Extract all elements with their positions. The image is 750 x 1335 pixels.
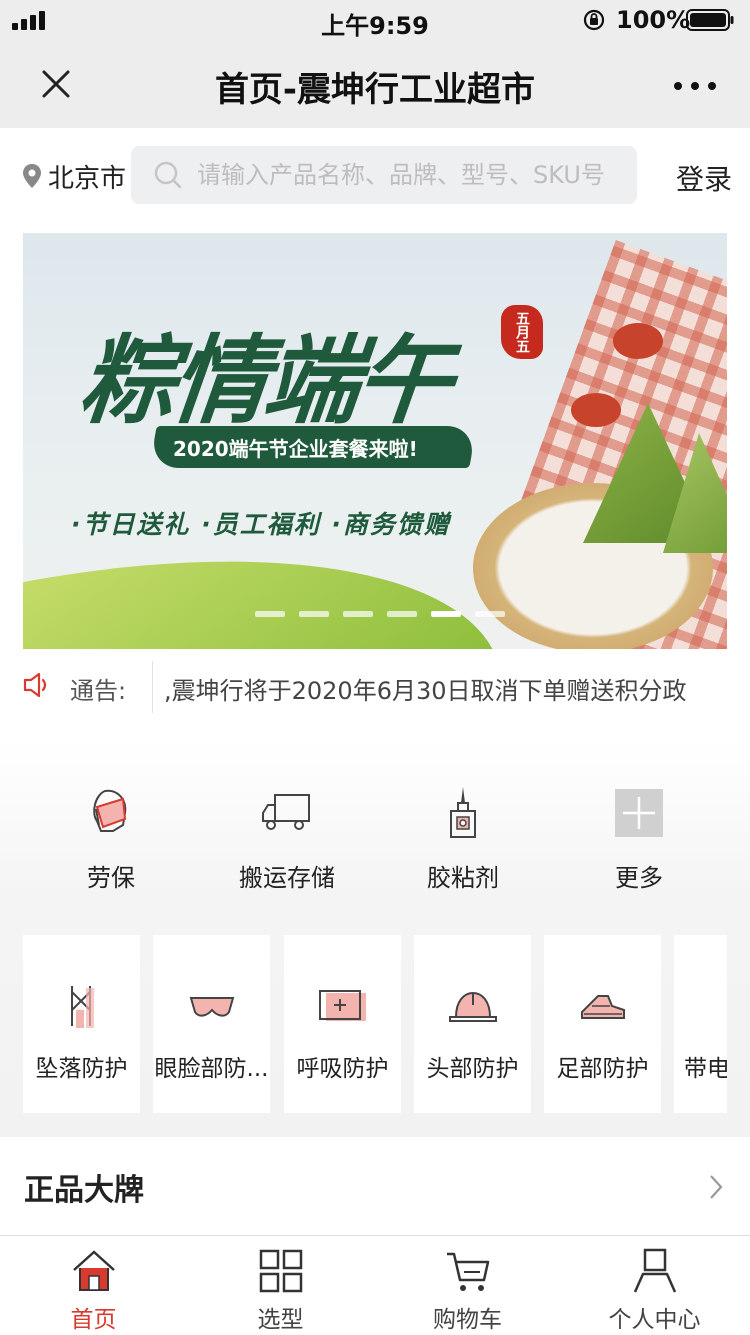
chevron-right-icon[interactable]: [708, 1173, 724, 1201]
promo-banner[interactable]: 粽情端午 五月五 2020端午节企业套餐来啦! ·节日送礼 ·员工福利 ·商务馈…: [23, 233, 727, 649]
tab-home[interactable]: 首页: [0, 1246, 187, 1334]
location-pin-icon: [23, 164, 41, 188]
glove-icon: [708, 992, 728, 1022]
carousel-dot[interactable]: [299, 611, 329, 617]
card-fall-protection[interactable]: 坠落防护: [23, 935, 140, 1113]
card-head-protection[interactable]: 头部防护: [414, 935, 531, 1113]
status-bar: 上午9:59 100%: [0, 0, 750, 40]
location-label: 北京市: [48, 163, 127, 194]
tab-cart[interactable]: 购物车: [374, 1246, 561, 1334]
brands-section-header[interactable]: 正品大牌: [0, 1137, 750, 1233]
protection-card-row[interactable]: 坠落防护 眼脸部防... 呼吸防护 头部防护 足部防护 带电: [23, 935, 727, 1113]
banner-seal: 五月五: [501, 305, 543, 359]
banner-tagline: ·节日送礼 ·员工福利 ·商务馈赠: [71, 510, 451, 539]
carousel-dot[interactable]: [255, 611, 285, 617]
category-label: 搬运存储: [239, 864, 335, 892]
notice-label: 通告:: [70, 677, 127, 705]
search-icon: [154, 161, 182, 189]
category-label: 胶粘剂: [427, 864, 499, 892]
tab-label: 购物车: [433, 1307, 502, 1333]
tab-label: 首页: [70, 1307, 117, 1333]
tab-profile[interactable]: 个人中心: [561, 1246, 748, 1334]
card-label: 带电: [684, 1056, 727, 1082]
category-more[interactable]: 更多: [551, 784, 727, 893]
notice-divider: [152, 661, 153, 713]
tab-label: 选型: [257, 1307, 304, 1333]
location-selector[interactable]: 北京市: [22, 158, 126, 194]
card-label: 头部防护: [426, 1056, 519, 1082]
red-date-image: [571, 393, 621, 427]
bottom-tab-bar: 首页 选型 购物车 个人中心: [0, 1235, 750, 1335]
category-adhesives[interactable]: 胶粘剂: [375, 784, 551, 893]
hard-hat-icon: [448, 991, 497, 1022]
page-title: 首页-震坤行工业超市: [214, 70, 536, 110]
card-foot-protection[interactable]: 足部防护: [544, 935, 661, 1113]
card-label: 呼吸防护: [296, 1056, 389, 1082]
rotation-lock-icon: [583, 9, 605, 31]
home-icon: [72, 1250, 115, 1291]
respirator-box-icon: [318, 990, 366, 1021]
carousel-indicator: [255, 611, 505, 617]
search-input[interactable]: [197, 161, 617, 189]
red-date-image: [613, 323, 663, 359]
goggles-icon: [189, 997, 234, 1017]
banner-title: 粽情端午: [74, 324, 455, 437]
safety-shoe-icon: [580, 995, 625, 1019]
tab-selection[interactable]: 选型: [187, 1246, 374, 1334]
category-label: 劳保: [87, 864, 135, 892]
category-labor-protection[interactable]: 劳保: [23, 784, 199, 893]
card-electrical-protection[interactable]: 带电: [674, 935, 727, 1113]
battery-percent: 100%: [616, 6, 691, 34]
login-button[interactable]: 登录: [676, 158, 732, 198]
carousel-dot[interactable]: [343, 611, 373, 617]
truck-icon: [262, 794, 310, 830]
nav-bar: 首页-震坤行工业超市: [0, 40, 750, 128]
card-respiratory-protection[interactable]: 呼吸防护: [284, 935, 401, 1113]
category-handling-storage[interactable]: 搬运存储: [199, 784, 375, 893]
card-label: 坠落防护: [35, 1056, 128, 1082]
cart-icon: [446, 1252, 489, 1291]
carousel-dot[interactable]: [387, 611, 417, 617]
tab-label: 个人中心: [608, 1307, 701, 1333]
search-bar[interactable]: [131, 146, 637, 204]
plus-icon: [615, 789, 663, 837]
category-label: 更多: [615, 864, 663, 892]
glue-bottle-icon: [450, 787, 476, 838]
harness-icon: [70, 986, 94, 1028]
notice-bar[interactable]: 通告: ,震坤行将于2020年6月30日取消下单赠送积分政: [0, 655, 750, 717]
notice-text[interactable]: ,震坤行将于2020年6月30日取消下单赠送积分政: [164, 671, 728, 706]
speaker-icon: [23, 672, 47, 698]
bamboo-leaf-image: [23, 473, 500, 649]
mask-icon: [93, 789, 127, 832]
more-dots-icon[interactable]: [670, 70, 720, 100]
battery-icon: [686, 9, 734, 31]
section-title: 正品大牌: [24, 1173, 144, 1208]
carousel-dot-active[interactable]: [431, 611, 461, 617]
card-eye-face-protection[interactable]: 眼脸部防...: [153, 935, 270, 1113]
user-icon: [633, 1248, 676, 1293]
banner-subtitle: 2020端午节企业套餐来啦!: [173, 437, 418, 461]
card-label: 足部防护: [556, 1056, 649, 1082]
grid-icon: [259, 1249, 302, 1293]
carousel-dot[interactable]: [475, 611, 505, 617]
card-label: 眼脸部防...: [154, 1056, 269, 1082]
